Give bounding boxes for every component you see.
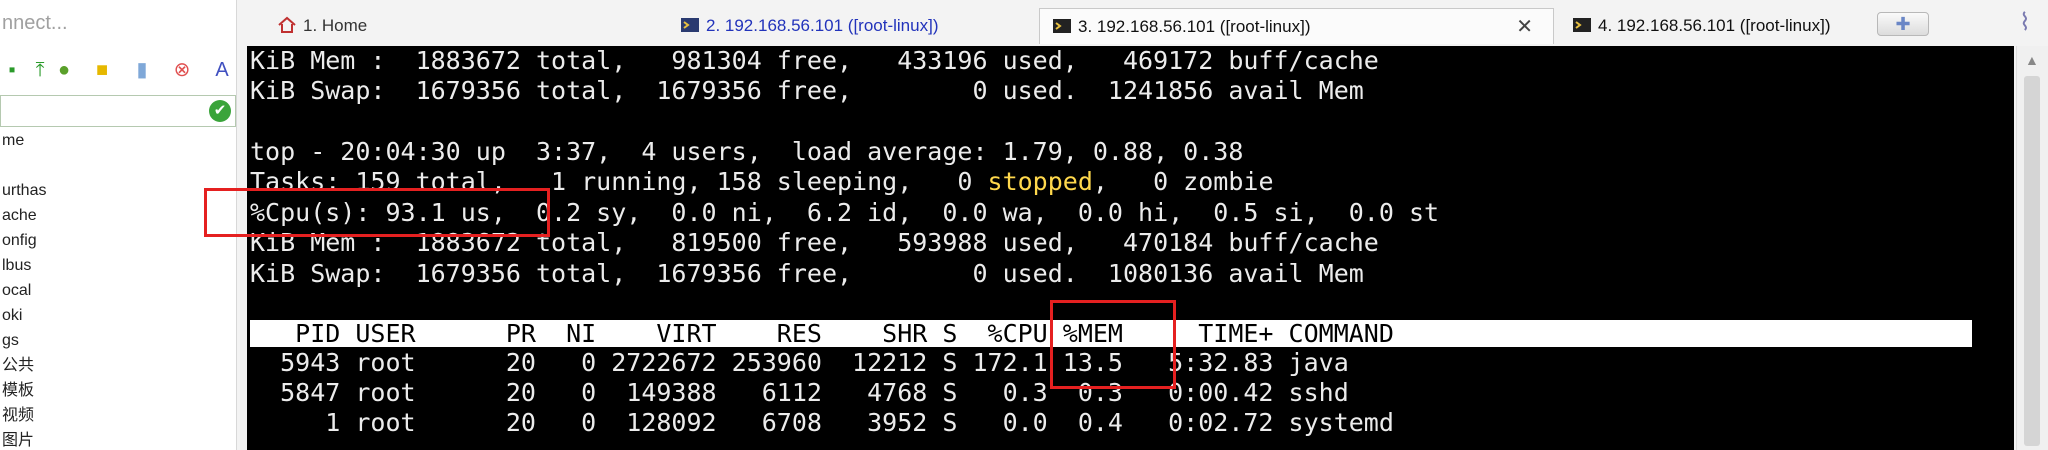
folder-icon[interactable]: ■ xyxy=(90,58,114,82)
tree-item[interactable]: 图片 xyxy=(0,428,236,450)
tree-item[interactable]: urthas xyxy=(0,178,236,203)
process-row: 1 root 20 0 128092 6708 3952 S 0.0 0.4 0… xyxy=(250,408,1394,437)
tree-item[interactable]: 视频 xyxy=(0,403,236,428)
process-row: 5943 root 20 0 2722672 253960 12212 S 17… xyxy=(250,348,1349,377)
tab-label: 3. 192.168.56.101 ([root-linux]) xyxy=(1078,17,1311,36)
tree-item[interactable]: 公共 xyxy=(0,353,236,378)
tab-label: 1. Home xyxy=(303,16,368,35)
terminal-output[interactable]: KiB Mem : 1883672 total, 981304 free, 43… xyxy=(247,46,2014,450)
terminal-icon xyxy=(681,18,699,32)
refresh-icon[interactable]: ● xyxy=(52,58,76,82)
terminal-icon xyxy=(1053,19,1071,33)
process-row: 5847 root 20 0 149388 6112 4768 S 0.3 0.… xyxy=(250,378,1349,407)
tree-item[interactable]: onfig xyxy=(0,228,236,253)
cpu-usage-highlight xyxy=(204,188,550,237)
tab-session-2[interactable]: 2. 192.168.56.101 ([root-linux]) xyxy=(680,10,938,42)
tree-item[interactable]: ocal xyxy=(0,278,236,303)
session-sidebar: nnect... ▪ ⤒ ● ■ ▮ ⊗ A ✔ me urthas ache … xyxy=(0,0,237,450)
tab-home[interactable]: 1. Home xyxy=(277,10,367,42)
tree-item[interactable]: me xyxy=(0,128,236,153)
tree-item[interactable]: gs xyxy=(0,328,236,353)
home-icon xyxy=(278,16,296,33)
new-tab-button[interactable]: ✚ xyxy=(1877,12,1929,36)
paperclip-icon[interactable]: ⌇ xyxy=(2019,8,2031,37)
sidebar-toolbar: ▪ ⤒ ● ■ ▮ ⊗ A xyxy=(0,54,236,90)
tasks-text: , 0 zombie xyxy=(1092,167,1274,196)
swap-line: KiB Swap: 1679356 total, 1679356 free, 0… xyxy=(250,76,1364,105)
tab-bar: 1. Home 2. 192.168.56.101 ([root-linux])… xyxy=(237,0,2048,45)
tree-item[interactable] xyxy=(0,153,236,178)
upload-icon[interactable]: ⤒ xyxy=(28,58,52,82)
tab-session-3[interactable]: 3. 192.168.56.101 ([root-linux]) ✕ xyxy=(1039,8,1554,44)
delete-icon[interactable]: ⊗ xyxy=(170,58,194,82)
file-icon[interactable]: ▮ xyxy=(130,58,154,82)
tab-session-4[interactable]: 4. 192.168.56.101 ([root-linux]) xyxy=(1572,10,1830,42)
tree-item[interactable]: 模板 xyxy=(0,378,236,403)
tree-item[interactable]: lbus xyxy=(0,253,236,278)
tree-item[interactable]: ache xyxy=(0,203,236,228)
path-filter-field[interactable]: ✔ xyxy=(0,95,236,127)
scroll-up-icon[interactable]: ▲ xyxy=(2025,52,2039,68)
tab-label: 4. 192.168.56.101 ([root-linux]) xyxy=(1598,16,1831,35)
check-icon[interactable]: ✔ xyxy=(209,100,231,122)
scroll-thumb[interactable] xyxy=(2024,76,2040,446)
tree-item[interactable]: oki xyxy=(0,303,236,328)
terminal-icon xyxy=(1573,18,1591,32)
terminal-scrollbar[interactable]: ▲ xyxy=(2016,46,2048,450)
stopped-label: stopped xyxy=(987,167,1093,196)
close-icon[interactable]: ✕ xyxy=(1516,9,1533,45)
quick-connect-input[interactable]: nnect... xyxy=(0,6,234,40)
new-session-icon[interactable]: ▪ xyxy=(0,58,24,82)
top-summary-line: top - 20:04:30 up 3:37, 4 users, load av… xyxy=(250,137,1244,166)
tab-label: 2. 192.168.56.101 ([root-linux]) xyxy=(706,16,939,35)
mem-line: KiB Mem : 1883672 total, 981304 free, 43… xyxy=(250,46,1379,75)
rename-icon[interactable]: A xyxy=(210,58,234,82)
file-tree: me urthas ache onfig lbus ocal oki gs 公共… xyxy=(0,128,236,450)
swap-line: KiB Swap: 1679356 total, 1679356 free, 0… xyxy=(250,259,1364,288)
cpu-column-highlight xyxy=(1050,300,1176,389)
